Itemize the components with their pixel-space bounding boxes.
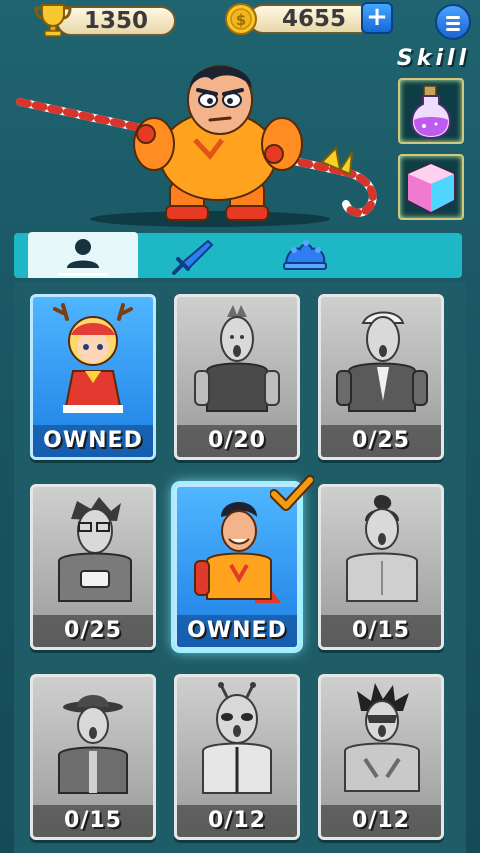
trophy-count: 1350 (83, 8, 148, 34)
alien-figure (202, 682, 272, 794)
sword-icon (172, 239, 214, 275)
skill-slot-cube[interactable] (398, 154, 464, 220)
character-card-3[interactable]: 0/25 (318, 294, 444, 460)
character-card-2[interactable]: 0/20 (174, 294, 300, 460)
trophy-counter: 1350 (56, 6, 176, 36)
character-card-8[interactable]: 0/12 (174, 674, 300, 840)
card-status: OWNED (33, 425, 153, 457)
trophy-icon (34, 4, 72, 37)
card-status: 0/15 (321, 615, 441, 647)
menu-button[interactable] (435, 4, 471, 40)
fedora-figure (58, 695, 128, 794)
potion-icon (410, 85, 452, 140)
card-status: 0/20 (177, 425, 297, 457)
character-card-4[interactable]: 0/25 (30, 484, 156, 650)
topknot-figure (346, 495, 418, 602)
svg-text:$: $ (236, 11, 246, 29)
category-tabs (14, 232, 462, 278)
card-status: 0/15 (33, 805, 153, 837)
person-icon (67, 239, 99, 268)
card-status: 0/12 (177, 805, 297, 837)
card-status: OWNED (177, 615, 297, 647)
glasses-hoodie-figure (58, 497, 132, 602)
card-status: 0/25 (33, 615, 153, 647)
tab-weapons[interactable] (138, 233, 248, 278)
coin-counter: 4655 (248, 4, 374, 34)
tab-hats[interactable] (248, 233, 358, 278)
suit-figure (336, 311, 428, 412)
character-card-6[interactable]: 0/15 (318, 484, 444, 650)
menu-icon (446, 16, 460, 19)
coin-icon: $ (225, 3, 257, 35)
card-status: 0/12 (321, 805, 441, 837)
selected-check-icon (270, 475, 314, 511)
add-coins-button[interactable]: + (361, 2, 393, 34)
hero-character (16, 65, 377, 227)
skill-slot-potion[interactable] (398, 78, 464, 144)
magic-cube-icon (407, 162, 455, 214)
coin-count: 4655 (281, 6, 346, 32)
character-card-7[interactable]: 0/15 (30, 674, 156, 840)
spiky-mask-figure (344, 683, 420, 792)
jester-hat-icon (283, 240, 327, 270)
tab-characters[interactable] (28, 232, 138, 278)
character-card-1[interactable]: OWNED (30, 294, 156, 460)
reindeer-girl-figure (53, 303, 133, 413)
card-status: 0/25 (321, 425, 441, 457)
mohawk-figure (194, 305, 280, 412)
character-card-9[interactable]: 0/12 (318, 674, 444, 840)
skill-label: Skill (396, 46, 470, 71)
